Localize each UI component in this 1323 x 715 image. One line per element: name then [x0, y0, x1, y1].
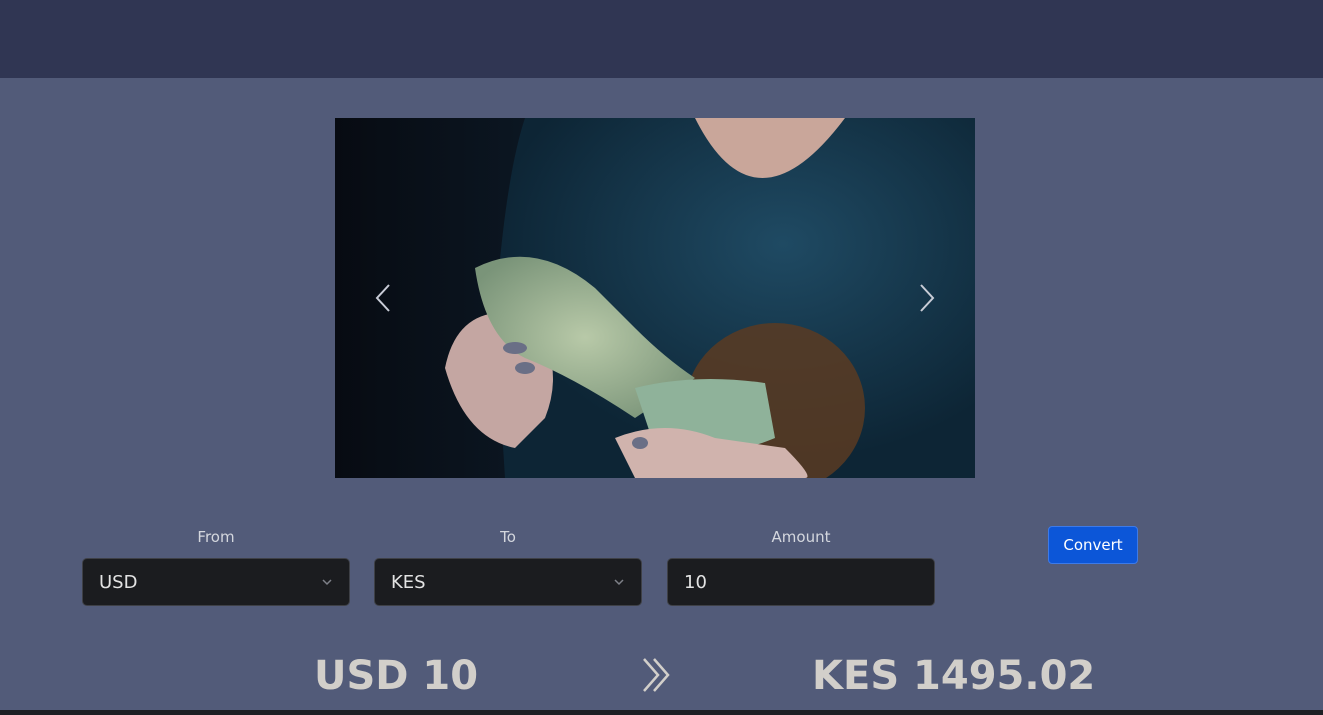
carousel-prev-button[interactable]: [363, 278, 403, 318]
to-label: To: [500, 528, 516, 546]
image-carousel: [335, 118, 975, 478]
to-currency-select[interactable]: KES: [374, 558, 642, 606]
from-currency-value: USD: [99, 571, 138, 593]
chevron-left-icon: [375, 284, 390, 312]
chevron-down-icon: [614, 579, 624, 586]
chevron-down-icon: [322, 579, 332, 586]
convert-button[interactable]: Convert: [1048, 526, 1138, 564]
to-currency-value: KES: [391, 571, 426, 593]
result-from-amount: USD 10: [314, 653, 479, 699]
carousel-next-button[interactable]: [907, 278, 947, 318]
amount-input[interactable]: [667, 558, 935, 606]
chevron-right-icon: [920, 284, 935, 312]
from-currency-select[interactable]: USD: [82, 558, 350, 606]
double-chevron-right-icon: [643, 658, 670, 692]
bottom-edge: [0, 710, 1323, 715]
from-label: From: [197, 528, 235, 546]
top-navbar: [0, 0, 1323, 78]
amount-label: Amount: [771, 528, 831, 546]
carousel-slide-image: [335, 118, 975, 478]
result-to-amount: KES 1495.02: [812, 653, 1096, 699]
